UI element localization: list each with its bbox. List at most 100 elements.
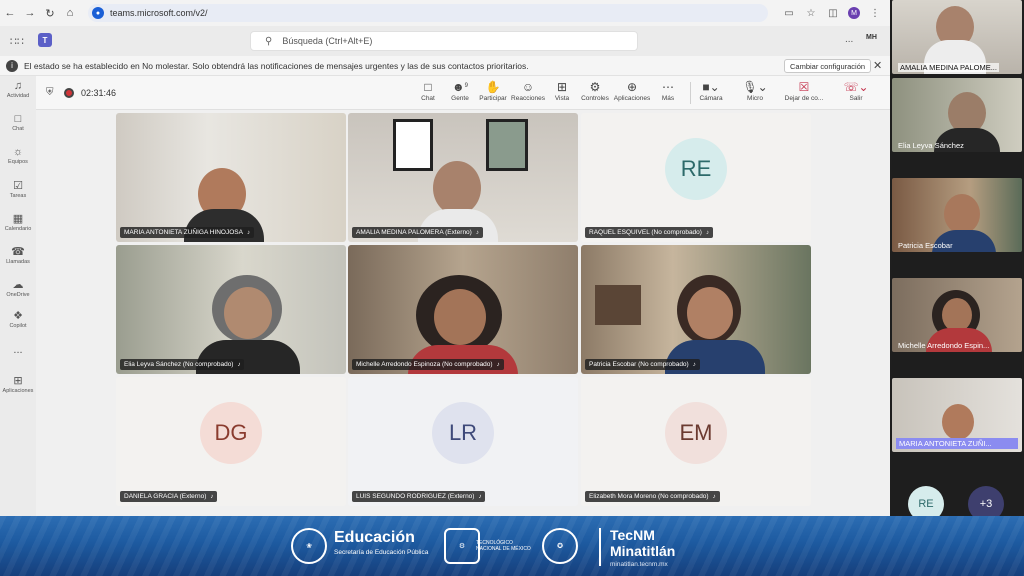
- participant-name: Michelle Arredondo Espinoza (No comproba…: [352, 359, 504, 370]
- mic-button[interactable]: 🎙⌄ Micro: [735, 80, 775, 102]
- side-participant-name: Michelle Arredondo Espin...: [898, 341, 990, 350]
- participant-video: [942, 298, 972, 332]
- education-title: Educación: [334, 529, 415, 546]
- reload-icon[interactable]: ↻: [40, 0, 60, 26]
- participants-strip: AMALIA MEDINA PALOME... Elia Leyva Sánch…: [890, 0, 1024, 522]
- profile-avatar[interactable]: M: [848, 7, 860, 19]
- mic-muted-icon: ♪: [246, 230, 250, 236]
- video-tile[interactable]: Elia Leyva Sánchez (No comprobado) ♪: [116, 245, 346, 374]
- search-input[interactable]: ⚲ Búsqueda (Ctrl+Alt+E): [250, 31, 638, 51]
- apps-icon: ⊞: [13, 375, 23, 387]
- tecnm-text: TECNOLÓGICO NACIONAL DE MÉXICO: [476, 540, 531, 552]
- controls-icon: ⚙: [589, 80, 601, 94]
- side-video-tile[interactable]: Elia Leyva Sánchez: [892, 78, 1022, 152]
- itm-seal-icon: ✪: [542, 528, 578, 564]
- forward-icon[interactable]: →: [20, 0, 40, 26]
- education-subtitle: Secretaría de Educación Pública: [334, 549, 429, 556]
- user-avatar[interactable]: MH: [866, 34, 882, 48]
- cloud-icon: ☁: [12, 279, 24, 291]
- avatar-tile[interactable]: EM Elizabeth Mora Moreno (No comprobado)…: [581, 377, 811, 506]
- camera-icon: ■⌄: [702, 80, 720, 94]
- participant-video: [433, 161, 481, 215]
- participant-avatar: DG: [200, 401, 262, 464]
- campus-domain: minatitlan.tecnm.mx: [610, 561, 668, 568]
- site-info-icon[interactable]: ●: [92, 7, 104, 19]
- video-tile[interactable]: Patricia Escobar (No comprobado) ♪: [581, 245, 811, 374]
- back-icon[interactable]: ←: [0, 0, 20, 26]
- bell-icon: ♫: [13, 80, 23, 92]
- participant-name: Patricia Escobar (No comprobado) ♪: [585, 359, 700, 370]
- mic-muted-icon: ♪: [237, 362, 241, 368]
- bookmark-star-icon[interactable]: ☆: [804, 8, 818, 19]
- more-button[interactable]: ⋯ Más: [648, 80, 688, 102]
- participant-video: [944, 194, 980, 234]
- phone-icon: ☎: [11, 246, 25, 258]
- rail-item-tasks[interactable]: ☑ Tareas: [0, 179, 36, 199]
- participant-video: [687, 287, 733, 339]
- controls-button[interactable]: ⚙ Controles: [575, 80, 615, 102]
- teams-header: ∷∷ T ⚲ Búsqueda (Ctrl+Alt+E) ... MH: [0, 26, 890, 56]
- participant-name: DANIELA GRACIA (Externo) ♪: [120, 491, 218, 502]
- hand-icon: ✋: [485, 80, 501, 94]
- search-icon: ⚲: [265, 35, 273, 47]
- rail-item-copilot[interactable]: ❖ Copilot: [0, 309, 36, 329]
- tecnm-gear-icon: ⚙: [444, 528, 480, 564]
- browser-actions: ▭ ☆ ◫ M ⋮: [782, 0, 882, 26]
- recording-icon: [64, 88, 74, 98]
- shield-icon[interactable]: ⛨: [46, 87, 54, 98]
- ellipsis-icon: ⋯: [662, 80, 674, 94]
- rail-item-calls[interactable]: ☎ Llamadas: [0, 245, 36, 265]
- rail-item-calendar[interactable]: ▦ Calendario: [0, 212, 36, 232]
- rail-item-teams[interactable]: ☼ Equipos: [0, 146, 36, 165]
- video-tile[interactable]: MARIA ANTONIETA ZUÑIGA HINOJOSA ♪: [116, 113, 346, 242]
- app-rail: ♫ Actividad □ Chat ☼ Equipos ☑ Tareas ▦ …: [0, 76, 36, 516]
- participant-avatar: LR: [432, 401, 494, 464]
- participant-name: AMALIA MEDINA PALOMERA (Externo) ♪: [352, 227, 483, 238]
- side-participant-name: Patricia Escobar: [898, 241, 953, 250]
- side-video-tile[interactable]: AMALIA MEDINA PALOME...: [892, 0, 1022, 74]
- camera-button[interactable]: ■⌄ Cámara: [691, 80, 731, 102]
- stop-sharing-button[interactable]: ☒ Dejar de co...: [784, 80, 824, 102]
- browser-menu-icon[interactable]: ⋮: [868, 8, 882, 19]
- home-icon[interactable]: ⌂: [60, 0, 80, 26]
- meeting-stage: ⛨ 02:31:46 □ Chat ☻9 Gente ✋ Participar …: [36, 76, 890, 516]
- apps-button[interactable]: ⊕ Aplicaciones: [612, 80, 652, 102]
- app-launcher-icon[interactable]: ∷∷: [10, 35, 24, 48]
- extensions-icon[interactable]: ◫: [826, 8, 840, 19]
- mic-muted-icon: ♪: [475, 230, 479, 236]
- change-settings-button[interactable]: Cambiar configuración: [784, 59, 872, 73]
- mic-muted-icon: ♪: [692, 362, 696, 368]
- microphone-icon: 🎙⌄: [742, 80, 768, 94]
- copilot-icon: ❖: [13, 310, 23, 322]
- participant-name: MARIA ANTONIETA ZUÑIGA HINOJOSA ♪: [120, 227, 254, 238]
- notification-bar: i El estado se ha establecido en No mole…: [0, 56, 890, 76]
- hangup-icon: ☏⌄: [843, 80, 869, 94]
- leave-button[interactable]: ☏⌄ Salir: [836, 80, 876, 102]
- rail-item-more[interactable]: ...: [0, 344, 36, 356]
- participant-video: [224, 287, 272, 339]
- video-tile[interactable]: Michelle Arredondo Espinoza (No comproba…: [348, 245, 578, 374]
- cast-icon[interactable]: ▭: [782, 8, 796, 19]
- avatar-tile[interactable]: LR LUIS SEGUNDO RODRIGUEZ (Externo) ♪: [348, 377, 578, 506]
- mic-muted-icon: ♪: [478, 494, 482, 500]
- rail-item-chat[interactable]: □ Chat: [0, 113, 36, 132]
- rail-item-onedrive[interactable]: ☁ OneDrive: [0, 278, 36, 298]
- side-video-tile[interactable]: MARIA ANTONIETA ZUÑI...: [892, 378, 1022, 452]
- video-tile[interactable]: AMALIA MEDINA PALOMERA (Externo) ♪: [348, 113, 578, 242]
- institution-banner: ❀ Educación Secretaría de Educación Públ…: [0, 516, 1024, 576]
- side-video-tile[interactable]: Michelle Arredondo Espin...: [892, 278, 1022, 352]
- address-bar[interactable]: ● teams.microsoft.com/v2/: [88, 4, 768, 22]
- rail-item-apps[interactable]: ⊞ Aplicaciones: [0, 374, 36, 394]
- avatar-tile[interactable]: DG DANIELA GRACIA (Externo) ♪: [116, 377, 346, 506]
- avatar-tile[interactable]: RE RAQUEL ESQUIVEL (No comprobado) ♪: [581, 113, 811, 242]
- chat-icon: □: [14, 113, 22, 125]
- participant-name: Elia Leyva Sánchez (No comprobado) ♪: [120, 359, 245, 370]
- meeting-timer: 02:31:46: [81, 88, 117, 98]
- rail-item-activity[interactable]: ♫ Actividad: [0, 80, 36, 99]
- close-icon[interactable]: ✕: [873, 59, 882, 72]
- participant-video: [434, 289, 486, 345]
- raise-hand-button[interactable]: ✋ Participar: [473, 80, 513, 102]
- side-video-tile[interactable]: Patricia Escobar: [892, 178, 1022, 252]
- more-options-icon[interactable]: ...: [845, 34, 853, 45]
- tasks-icon: ☑: [13, 180, 23, 192]
